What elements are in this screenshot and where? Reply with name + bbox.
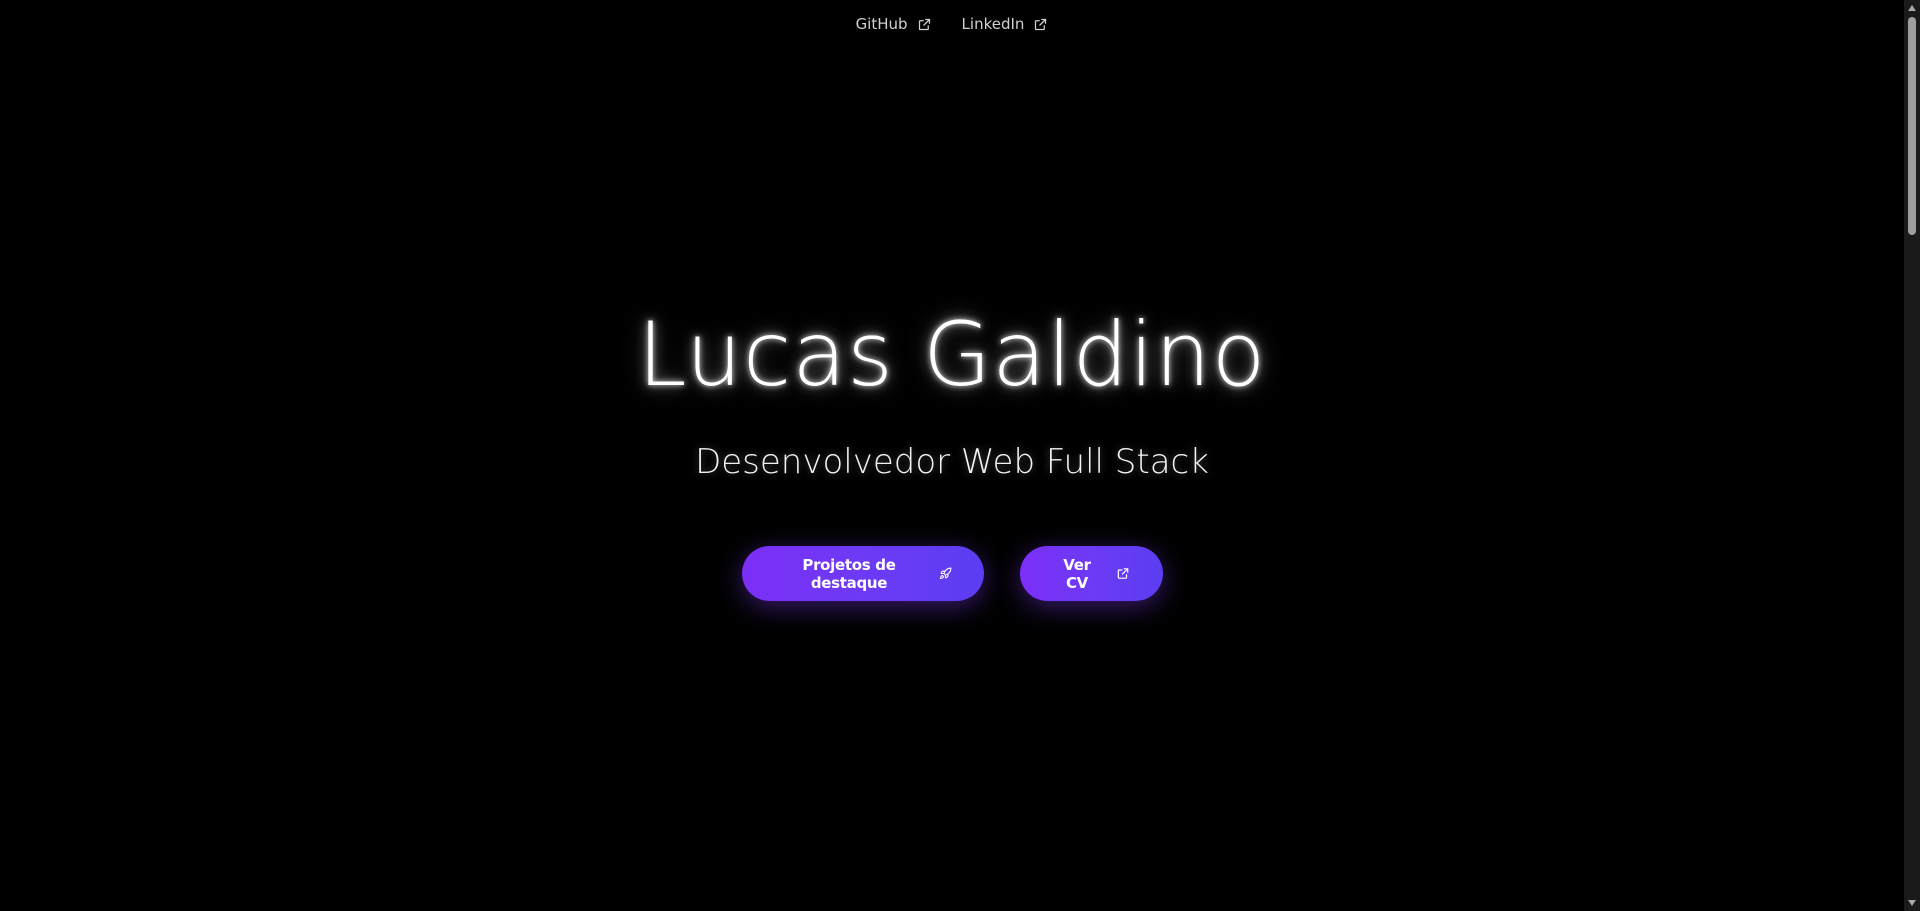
- featured-projects-button[interactable]: Projetos de destaque: [741, 546, 984, 601]
- github-link[interactable]: GitHub: [856, 12, 932, 36]
- view-cv-button-label: Ver CV: [1063, 555, 1091, 592]
- external-link-icon: [1118, 568, 1129, 579]
- github-link-label: GitHub: [855, 15, 908, 33]
- vertical-scrollbar[interactable]: [1904, 0, 1920, 911]
- scroll-thumb[interactable]: [1908, 17, 1916, 235]
- linkedin-link-label: LinkedIn: [961, 15, 1025, 33]
- scroll-down-arrow-icon[interactable]: [1904, 895, 1920, 911]
- rocket-icon: [939, 567, 951, 580]
- top-navigation: GitHub LinkedIn: [0, 12, 1904, 36]
- scroll-up-arrow-icon[interactable]: [1904, 0, 1920, 16]
- external-link-icon: [1035, 18, 1047, 30]
- page: GitHub LinkedIn Lucas Galdino Desenvolve…: [0, 0, 1920, 911]
- hero-actions: Projetos de destaque Ver CV: [0, 546, 1904, 601]
- linkedin-link[interactable]: LinkedIn: [962, 12, 1049, 36]
- hero-title: Lucas Galdino: [637, 303, 1267, 406]
- hero-subtitle: Desenvolvedor Web Full Stack: [695, 442, 1209, 482]
- view-cv-button[interactable]: Ver CV: [1019, 546, 1163, 601]
- external-link-icon: [918, 18, 930, 30]
- featured-projects-button-label: Projetos de destaque: [802, 555, 896, 592]
- viewport: GitHub LinkedIn Lucas Galdino Desenvolve…: [0, 0, 1904, 911]
